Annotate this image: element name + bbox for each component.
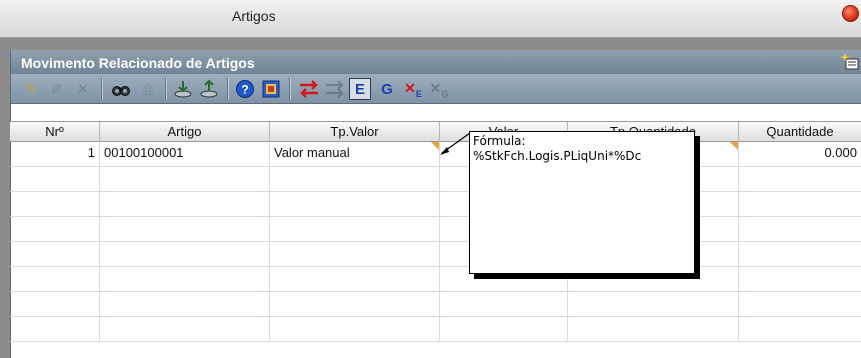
toolbar-separator [227, 78, 229, 100]
e-button[interactable]: E [349, 78, 371, 100]
export-icon [200, 79, 218, 98]
delete-button[interactable]: ✕ [71, 77, 95, 101]
table-row[interactable]: 1 00100100001 Valor manual 0.000 [10, 142, 861, 167]
column-header-nr[interactable]: Nrº [10, 122, 100, 142]
empty-cell[interactable] [10, 192, 100, 217]
toolbar-separator [101, 78, 103, 100]
column-header-quantidade[interactable]: Quantidade [739, 122, 861, 142]
export-button[interactable] [197, 77, 221, 101]
cell-quantidade[interactable]: 0.000 [739, 142, 861, 167]
empty-cell[interactable] [270, 242, 440, 267]
transfer-button[interactable] [297, 77, 321, 101]
empty-cell[interactable] [100, 167, 270, 192]
xg-button-icon: ✕G [429, 79, 449, 99]
formula-marker [730, 142, 738, 150]
svg-text:?: ? [241, 83, 248, 97]
import-icon [174, 81, 192, 98]
table-row[interactable] [10, 292, 861, 317]
empty-cell[interactable] [270, 192, 440, 217]
empty-cell[interactable] [100, 242, 270, 267]
report-button[interactable] [259, 77, 283, 101]
e-button-icon: E [354, 80, 365, 98]
empty-cell[interactable] [270, 267, 440, 292]
table-row[interactable] [10, 242, 861, 267]
empty-cell[interactable] [100, 292, 270, 317]
toolbar-separator [165, 78, 167, 100]
empty-cell[interactable] [568, 292, 739, 317]
new-record-button[interactable]: ✎ [19, 77, 43, 101]
empty-cell[interactable] [568, 317, 739, 342]
column-header-artigo[interactable]: Artigo [100, 122, 270, 142]
empty-cell[interactable] [270, 317, 440, 342]
empty-cell[interactable] [100, 192, 270, 217]
table-row[interactable] [10, 192, 861, 217]
help-button[interactable]: ? [233, 77, 257, 101]
empty-cell[interactable] [270, 167, 440, 192]
formula-marker [431, 142, 439, 150]
empty-cell[interactable] [10, 217, 100, 242]
cell-tp-valor-text: Valor manual [274, 145, 350, 160]
import-button[interactable] [171, 77, 195, 101]
table-row[interactable] [10, 217, 861, 242]
report-icon [262, 80, 280, 98]
empty-cell[interactable] [270, 217, 440, 242]
remove-g-button[interactable]: ✕G [427, 77, 451, 101]
table-body: 1 00100100001 Valor manual 0.000 [10, 142, 861, 358]
toolbar: ✎ ✐ ✕ ⎙ ? E G ✕E ✕G [11, 74, 861, 104]
column-header-tp-valor[interactable]: Tp.Valor [270, 122, 440, 142]
table-header: Nrº Artigo Tp.Valor Valor Tp.Quantidade … [10, 121, 861, 142]
tooltip-label: Fórmula: [473, 134, 526, 148]
empty-cell[interactable] [270, 292, 440, 317]
empty-cell[interactable] [100, 267, 270, 292]
tooltip-formula: %StkFch.Logis.PLiqUni*%Dc [473, 149, 642, 163]
empty-cell[interactable] [10, 267, 100, 292]
empty-cell[interactable] [10, 317, 100, 342]
empty-cell[interactable] [100, 317, 270, 342]
empty-cell[interactable] [440, 317, 568, 342]
empty-cell[interactable] [10, 292, 100, 317]
delete-icon: ✕ [76, 81, 90, 98]
close-window-button[interactable] [842, 5, 859, 22]
transfer-gray-icon [326, 80, 344, 98]
panel-options-icon[interactable] [840, 52, 860, 72]
table-row[interactable] [10, 267, 861, 292]
window-titlebar: Artigos [0, 0, 861, 38]
transfer-red-icon [300, 80, 318, 98]
transfer-disabled-button[interactable] [323, 77, 347, 101]
remove-e-button[interactable]: ✕E [401, 77, 425, 101]
print-button[interactable]: ⎙ [136, 77, 160, 101]
empty-cell[interactable] [100, 217, 270, 242]
edit-button[interactable]: ✐ [45, 77, 69, 101]
empty-cell[interactable] [10, 242, 100, 267]
empty-cell[interactable] [440, 292, 568, 317]
new-record-icon: ✎ [24, 81, 38, 98]
find-icon [112, 86, 130, 96]
formula-tooltip: Fórmula: %StkFch.Logis.PLiqUni*%Dc [469, 131, 695, 274]
panel-header: Movimento Relacionado de Artigos [11, 50, 861, 74]
g-button[interactable]: G [375, 77, 399, 101]
toolbar-separator [289, 78, 291, 100]
help-icon: ? [236, 80, 254, 98]
empty-cell[interactable] [10, 167, 100, 192]
print-icon: ⎙ [141, 80, 154, 98]
cell-artigo[interactable]: 00100100001 [100, 142, 270, 167]
window-title: Artigos [232, 8, 276, 24]
find-button[interactable] [109, 77, 133, 101]
table-row[interactable] [10, 167, 861, 192]
panel-title: Movimento Relacionado de Artigos [21, 55, 255, 71]
xe-button-icon: ✕E [404, 79, 422, 99]
g-button-icon: G [381, 80, 393, 98]
cell-tp-valor[interactable]: Valor manual [270, 142, 440, 167]
table-row[interactable] [10, 317, 861, 342]
edit-icon: ✐ [50, 81, 64, 98]
cell-nr[interactable]: 1 [10, 142, 100, 167]
